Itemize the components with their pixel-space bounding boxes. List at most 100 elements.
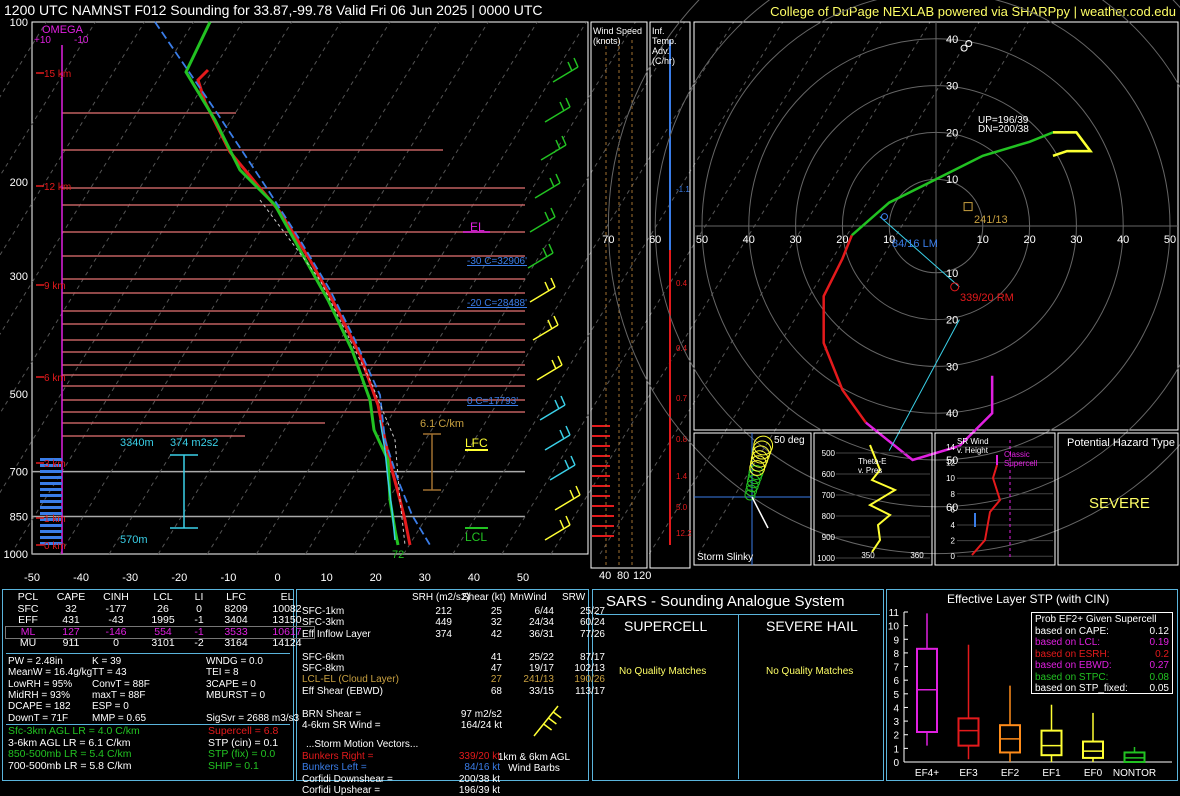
legend-title: Prob EF2+ Given Supercell [1035,614,1157,625]
parcel-cell: -43 [108,614,124,626]
kin-label: Eff Inflow Layer [302,628,371,640]
srw46-label: 4-6km SR Wind = [302,720,381,731]
index-value: SigSvr = 2688 m3/s3 [206,712,300,724]
srw46-value: 164/24 kt [460,720,502,731]
dewpoint-trace [184,21,400,546]
kin-value: 32 [490,617,502,629]
srwind-title: SR Wind v. Height [957,437,989,455]
barb-flag [552,711,562,719]
annot-zero: 0 C=17793' [467,396,519,407]
thetae-title: Theta-E v. Pres [858,457,887,475]
srwind-tick: 14 [946,443,955,452]
annot-lfc: LFC [465,436,488,450]
hodo-axis-label: 30 [789,234,801,246]
isotherm [452,21,784,555]
wind-barb [564,459,570,470]
thetae-pres-tick: 500 [822,449,836,458]
srwind-note: Classic Supercell [1004,450,1038,468]
omega-bar [40,476,62,479]
wind-barb [549,177,555,188]
legend-label: based on STPC: [1035,671,1109,683]
annot-eff-srh: 374 m2s2 [170,437,219,449]
srwind-tick: 12 [946,459,955,468]
parcel-cell: 911 [62,637,80,649]
annot-eff-bot: 570m [120,534,148,546]
wind-barb [567,61,573,72]
parcel-row[interactable]: MU 911 0 3101 -2 3164 14124 [6,637,314,650]
sars-hail: SEVERE HAIL [766,618,858,634]
omega-tick-neg: -10 [74,35,89,46]
omega-bar [40,488,62,491]
sars-sup-match: No Quality Matches [619,666,707,677]
kin-label: SFC-8km [302,663,345,674]
legend-label: based on ESRH: [1035,648,1110,660]
kin-value: 36/31 [528,628,554,640]
parcel-header: CINH [103,591,129,603]
kin-value: 60/24 [579,617,605,629]
wind-barb [527,252,554,269]
thetae-pres-tick: 1000 [817,554,835,563]
height-label: 0 km [44,541,66,552]
thetae-x-tick: 360 [910,551,924,560]
wind-barb [540,144,567,161]
omega-bar [40,494,62,497]
annot-el: EL [470,220,485,234]
corfidi-up [960,44,968,52]
kin-label: SFC-1km [302,606,345,617]
hodo-ring-label: 30 [946,81,958,93]
tadv-title: Inf. Temp. Adv. (C/hr) [652,26,677,66]
temp-adv-value: 0.8 [676,435,688,444]
wind-barb [565,425,571,436]
parcel-cell: 3164 [224,637,248,649]
hodo-axis-label: 60 [649,234,661,246]
brn-label: BRN Shear = [302,708,362,720]
isotherm [157,21,489,555]
legend-row: based on STPC: 0.08 [1035,672,1169,684]
pressure-tick: 200 [10,177,28,189]
hodo-dn: DN=200/38 [978,124,1029,135]
barb-flag [543,723,553,731]
thetae-pres-tick: 700 [822,491,836,500]
kin-value: 24/34 [528,617,554,629]
kin-value: 190/26 [574,674,605,686]
legend-row: based on CAPE: 0.12 [1035,626,1169,638]
wind-speed-bar [592,505,614,507]
kin-label: LCL-EL (Cloud Layer) [302,674,399,686]
kin-value: 77/26 [579,628,605,640]
index-value: TEI = 8 [206,667,239,679]
wind-barb [560,395,566,406]
hodo-ring-label: 40 [946,34,958,46]
parcel-row[interactable]: EFF 431 -43 1995 -1 3404 13150 [6,614,314,627]
hodo-axis-label: 30 [1070,234,1082,246]
hodo-ring-label: 30 [946,361,958,373]
legend-label: based on CAPE: [1035,625,1109,637]
wind-speed-bar [592,515,614,517]
temperature-trace [196,68,412,546]
omega-bar [40,470,62,473]
wind-barb [549,464,576,481]
ws-title: Wind Speed (knots) [593,26,643,46]
omega-bar [40,482,62,485]
wind-barb [575,485,581,496]
wind-barb [529,286,556,303]
temp-tick: -30 [122,572,138,584]
stp-title: Effective Layer STP (with CIN) [947,592,1110,606]
wind-barb [529,216,556,233]
index-value: TT = 43 [92,667,127,679]
kin-value: 113/17 [575,685,605,697]
motion-value: 84/16 kt [464,762,500,774]
hazard-title: Potential Hazard Type [1067,437,1176,449]
index-value: 3CAPE = 0 [206,678,256,690]
pressure-tick: 1000 [4,549,28,561]
wind-barb [565,97,571,108]
legend-row: based on EBWD: 0.27 [1035,660,1169,672]
wind-barb [559,429,565,440]
parcel-header: LFC [226,591,246,603]
srwind-tick: 4 [951,521,956,530]
isotherm [0,21,195,336]
hodo-ring-label: 20 [946,127,958,139]
srwind-tick: 8 [951,490,956,499]
index-value: WNDG = 0.0 [206,656,263,667]
barb-staff [533,705,559,737]
kin-value: 374 [435,628,452,640]
